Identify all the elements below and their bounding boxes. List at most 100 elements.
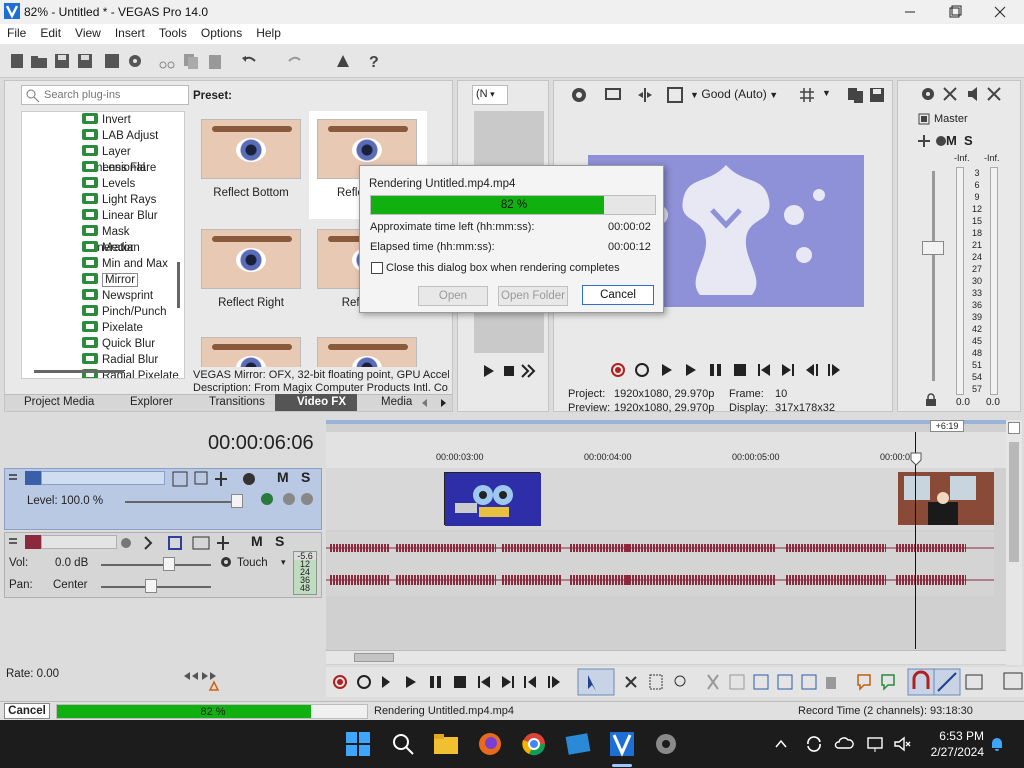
video-solo-button[interactable]: S bbox=[301, 469, 310, 485]
plugin-item[interactable]: Median bbox=[82, 240, 140, 256]
plugin-item[interactable]: Layer Dimensional bbox=[82, 144, 184, 174]
compositing-icon[interactable] bbox=[257, 489, 317, 509]
plugin-item[interactable]: Lens Flare bbox=[82, 160, 156, 176]
timeline-vscrollbar[interactable] bbox=[1006, 420, 1022, 665]
plugin-item[interactable]: Invert bbox=[82, 112, 131, 128]
settings-gear-icon[interactable] bbox=[653, 731, 679, 757]
plugin-item[interactable]: Newsprint bbox=[82, 288, 153, 304]
help-icon[interactable]: ? bbox=[366, 52, 384, 70]
settings-icon[interactable] bbox=[570, 86, 588, 104]
cut-icon[interactable] bbox=[158, 52, 176, 70]
plugin-item[interactable]: Mask Generator bbox=[82, 224, 184, 254]
chevron-down-icon[interactable]: ▼ bbox=[822, 88, 831, 98]
automation-mode[interactable]: Touch bbox=[237, 557, 268, 569]
paste-icon[interactable] bbox=[206, 52, 224, 70]
audio-track-name-field[interactable] bbox=[41, 535, 117, 549]
video-track-name-field[interactable] bbox=[41, 471, 165, 485]
tab-transitions[interactable]: Transitions bbox=[209, 396, 265, 412]
audio-solo-button[interactable]: S bbox=[275, 533, 284, 549]
video-mute-button[interactable]: M bbox=[277, 469, 289, 485]
vscroll-thumb[interactable] bbox=[1009, 442, 1019, 562]
video-track-header[interactable]: 1 M S Level: 100.0 % bbox=[4, 468, 322, 530]
master-mute-button[interactable]: M bbox=[946, 133, 957, 148]
system-clock[interactable]: 6:53 PM 2/27/2024 bbox=[924, 728, 984, 760]
dialog-cancel-button[interactable]: Cancel bbox=[582, 285, 654, 305]
undo-icon[interactable] bbox=[240, 52, 258, 70]
plugin-item-selected[interactable]: Mirror bbox=[82, 272, 139, 288]
video-event-clip[interactable] bbox=[898, 472, 994, 525]
menu-tools[interactable]: Tools bbox=[152, 24, 194, 40]
notification-bell-icon[interactable] bbox=[988, 734, 1006, 752]
file-explorer-icon[interactable] bbox=[433, 731, 459, 757]
sync-icon[interactable] bbox=[804, 734, 824, 754]
windows-start-icon[interactable] bbox=[345, 731, 371, 757]
menu-view[interactable]: View bbox=[68, 24, 108, 40]
plugin-item[interactable]: Pixelate bbox=[82, 320, 143, 336]
event-fx-icon[interactable] bbox=[334, 52, 352, 70]
transport-controls-icon[interactable] bbox=[326, 667, 1024, 697]
lock-icon[interactable] bbox=[924, 393, 938, 407]
copy-snapshot-icon[interactable] bbox=[846, 86, 864, 104]
master-fader[interactable] bbox=[922, 241, 944, 255]
volume-muted-icon[interactable] bbox=[892, 734, 912, 754]
status-cancel-button[interactable]: Cancel bbox=[4, 703, 50, 719]
menu-insert[interactable]: Insert bbox=[108, 24, 152, 40]
chevron-up-icon[interactable] bbox=[774, 737, 788, 751]
plugin-item[interactable]: LAB Adjust bbox=[82, 128, 158, 144]
pan-slider[interactable] bbox=[145, 579, 157, 593]
vscroll-top-button[interactable] bbox=[1008, 422, 1020, 434]
menu-file[interactable]: File bbox=[0, 24, 33, 40]
properties-icon[interactable] bbox=[126, 52, 144, 70]
maximize-icon[interactable] bbox=[946, 4, 962, 20]
overlays-icon[interactable] bbox=[666, 86, 684, 104]
external-monitor-icon[interactable] bbox=[604, 86, 622, 104]
search-plugins-input[interactable] bbox=[44, 87, 184, 103]
menu-help[interactable]: Help bbox=[249, 24, 288, 40]
search-icon[interactable] bbox=[390, 731, 416, 757]
playhead-marker-icon[interactable] bbox=[910, 452, 922, 466]
audio-mute-button[interactable]: M bbox=[251, 533, 263, 549]
audio-track-controls-icon[interactable] bbox=[119, 534, 269, 552]
preset-thumbnail[interactable] bbox=[201, 229, 301, 289]
plugin-item[interactable]: Min and Max bbox=[82, 256, 168, 272]
minimize-icon[interactable] bbox=[902, 4, 918, 20]
plugin-item[interactable]: Radial Blur bbox=[82, 352, 158, 368]
plugin-item[interactable]: Linear Blur bbox=[82, 208, 158, 224]
tab-media[interactable]: Media bbox=[381, 396, 412, 412]
preset-thumbnail[interactable] bbox=[201, 337, 301, 367]
preview-quality-dropdown[interactable]: ▼ Good (Auto) ▼ bbox=[690, 87, 778, 101]
plugin-item[interactable]: Levels bbox=[82, 176, 135, 192]
rate-slider-icon[interactable] bbox=[182, 670, 226, 692]
hscroll-thumb[interactable] bbox=[354, 653, 394, 662]
video-track-lane[interactable] bbox=[326, 468, 994, 530]
video-level-slider[interactable] bbox=[231, 494, 243, 508]
close-icon[interactable] bbox=[992, 4, 1008, 20]
split-screen-icon[interactable] bbox=[636, 86, 654, 104]
time-ruler[interactable]: 00:00:03:00 00:00:04:00 00:00:05:00 00:0… bbox=[326, 432, 1006, 468]
tab-scroll-arrows-icon[interactable] bbox=[419, 397, 449, 409]
preset-thumbnail[interactable] bbox=[317, 337, 417, 367]
plugin-item[interactable]: Light Rays bbox=[82, 192, 156, 208]
firefox-icon[interactable] bbox=[477, 731, 503, 757]
audio-track-lane[interactable] bbox=[326, 532, 994, 596]
copy-icon[interactable] bbox=[182, 52, 200, 70]
preset-thumbnail[interactable] bbox=[201, 119, 301, 179]
chrome-icon[interactable] bbox=[521, 731, 547, 757]
render-icon[interactable] bbox=[103, 52, 121, 70]
close-when-done-checkbox[interactable] bbox=[371, 262, 383, 274]
plugin-item[interactable]: Quick Blur bbox=[82, 336, 155, 352]
tab-explorer[interactable]: Explorer bbox=[130, 396, 173, 412]
preview-transport-icon[interactable] bbox=[610, 361, 850, 379]
menu-edit[interactable]: Edit bbox=[33, 24, 68, 40]
collapse-track-icon[interactable] bbox=[7, 471, 19, 485]
grid-icon[interactable] bbox=[798, 86, 816, 104]
trimmer-selector[interactable]: (N ▾ bbox=[472, 85, 508, 105]
tab-video-fx[interactable]: Video FX bbox=[297, 396, 346, 412]
vegas-taskbar-icon[interactable] bbox=[609, 731, 635, 757]
open-folder-button[interactable]: Open Folder bbox=[498, 286, 568, 306]
master-toolbar-icon[interactable] bbox=[920, 85, 1016, 103]
menu-options[interactable]: Options bbox=[194, 24, 249, 40]
new-file-icon[interactable] bbox=[8, 52, 26, 70]
automation-gear-icon[interactable] bbox=[219, 555, 233, 569]
app-icon[interactable] bbox=[565, 731, 591, 757]
